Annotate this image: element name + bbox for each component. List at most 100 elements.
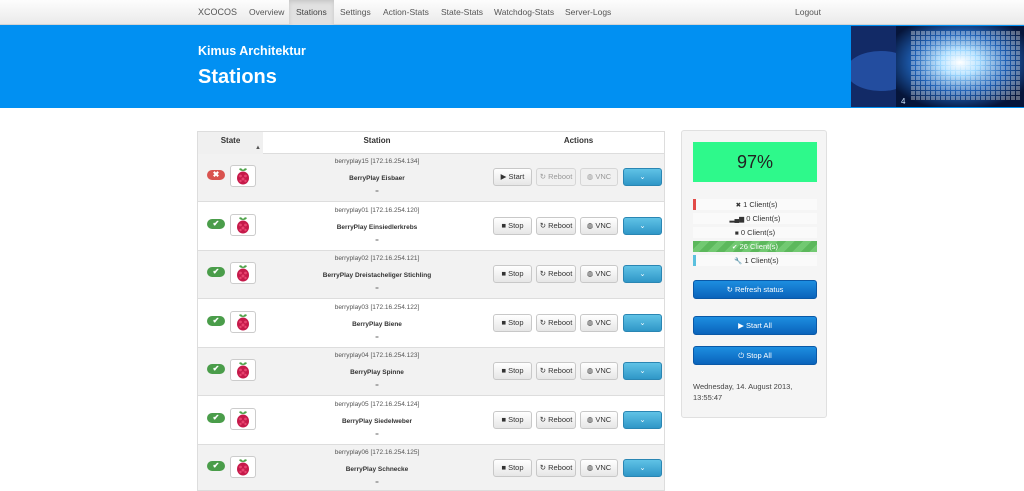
station-name: BerryPlay Eisbaer	[349, 175, 405, 182]
stop-icon: ■	[501, 463, 506, 472]
more-actions-dropdown[interactable]: ⌄	[623, 168, 662, 186]
vnc-button[interactable]: ◍ VNC	[580, 313, 618, 332]
start-stop-button[interactable]: ■ Stop	[493, 265, 532, 283]
nav-action-stats[interactable]: Action-Stats	[383, 0, 429, 25]
raspberry-pi-icon	[230, 165, 256, 187]
client-count: 1 Client(s)	[744, 256, 779, 265]
station-host-ip: berryplay15 [172.16.254.134]	[334, 158, 420, 165]
vnc-button[interactable]: ◍ VNC	[580, 216, 618, 235]
actions-column-header: Actions	[563, 136, 594, 145]
stop-icon: ■	[501, 269, 506, 278]
stations-table: State ▲ Station Actions ✖ berryplay15 [1…	[197, 131, 665, 491]
nav-state-stats[interactable]: State-Stats	[441, 0, 483, 25]
station-drag-handle[interactable]: =	[263, 383, 491, 389]
stop-icon: ■	[734, 230, 739, 237]
button-label: Reboot	[548, 463, 573, 472]
nav-overview[interactable]: Overview	[249, 0, 284, 25]
refresh-icon: ↻	[539, 317, 546, 327]
nav-stations[interactable]: Stations	[289, 0, 334, 25]
chevron-down-icon: ⌄	[639, 366, 646, 375]
wrench-icon: 🔧	[734, 258, 743, 265]
more-actions-dropdown[interactable]: ⌄	[623, 410, 662, 429]
refresh-icon: ↻	[539, 414, 546, 424]
table-row: ✔ berryplay03 [172.16.254.122] BerryPlay…	[198, 299, 664, 348]
client-count: 0 Client(s)	[746, 214, 781, 223]
raspberry-pi-icon	[230, 213, 256, 236]
brand-link[interactable]: XCOCOS	[198, 0, 237, 25]
reboot-button[interactable]: ↻ Reboot	[536, 459, 576, 477]
station-drag-handle[interactable]: =	[263, 335, 491, 341]
refresh-icon: ↻	[539, 220, 546, 230]
station-drag-handle[interactable]: =	[263, 286, 491, 292]
station-drag-handle[interactable]: =	[263, 432, 491, 438]
station-host-ip: berryplay02 [172.16.254.121]	[334, 255, 420, 262]
station-host-ip: berryplay05 [172.16.254.124]	[334, 400, 420, 408]
client-stat-row: ■ 0 Client(s)	[693, 227, 817, 238]
nav-watchdog-stats[interactable]: Watchdog-Stats	[494, 0, 554, 25]
reboot-button[interactable]: ↻ Reboot	[536, 313, 576, 332]
current-time: 13:55:47	[693, 393, 723, 402]
station-drag-handle[interactable]: =	[263, 238, 491, 244]
nav-server-logs[interactable]: Server-Logs	[565, 0, 611, 25]
start-stop-button[interactable]: ■ Stop	[493, 313, 532, 332]
start-stop-button[interactable]: ■ Stop	[493, 216, 532, 235]
power-icon: ⏻	[738, 351, 745, 360]
table-row: ✔ berryplay01 [172.16.254.120] BerryPlay…	[198, 202, 664, 251]
stop-all-button[interactable]: ⏻ Stop All	[693, 346, 817, 365]
more-actions-dropdown[interactable]: ⌄	[623, 265, 662, 283]
refresh-icon: ↻	[539, 172, 546, 181]
start-all-label: Start All	[746, 321, 772, 330]
more-actions-dropdown[interactable]: ⌄	[623, 313, 662, 332]
station-drag-handle[interactable]: =	[263, 480, 491, 486]
more-actions-dropdown[interactable]: ⌄	[623, 216, 662, 235]
button-label: Reboot	[548, 317, 573, 327]
ok-status-icon: ✔	[207, 315, 225, 326]
reboot-button[interactable]: ↻ Reboot	[536, 216, 576, 235]
client-stat-row: ✖ 1 Client(s)	[693, 199, 817, 210]
reboot-button[interactable]: ↻ Reboot	[536, 168, 576, 186]
globe-icon: ◍	[586, 463, 594, 472]
refresh-icon: ↻	[539, 366, 546, 375]
error-status-icon: ✖	[207, 170, 225, 180]
button-label: VNC	[595, 172, 612, 181]
refresh-icon: ↻	[539, 269, 546, 278]
refresh-status-button[interactable]: ↻ Refresh status	[693, 280, 817, 299]
start-all-button[interactable]: ▶ Start All	[693, 316, 817, 335]
station-host-ip: berryplay03 [172.16.254.122]	[334, 303, 420, 311]
station-host-ip: berryplay01 [172.16.254.120]	[334, 206, 420, 214]
start-stop-button[interactable]: ▶ Start	[493, 168, 532, 186]
sort-icon[interactable]: ▲	[255, 145, 261, 151]
top-navbar: XCOCOS Overview Stations Settings Action…	[0, 0, 1024, 25]
button-label: Reboot	[548, 172, 573, 181]
chevron-down-icon: ⌄	[639, 220, 646, 230]
raspberry-pi-icon	[230, 407, 256, 430]
more-actions-dropdown[interactable]: ⌄	[623, 459, 662, 477]
ok-status-icon: ✔	[207, 267, 225, 277]
vnc-button[interactable]: ◍ VNC	[580, 459, 618, 477]
reboot-button[interactable]: ↻ Reboot	[536, 265, 576, 283]
vnc-button[interactable]: ◍ VNC	[580, 410, 618, 429]
button-label: Stop	[508, 220, 524, 230]
raspberry-pi-icon	[230, 310, 256, 333]
vnc-button[interactable]: ◍ VNC	[580, 168, 618, 186]
reboot-button[interactable]: ↻ Reboot	[536, 410, 576, 429]
error-icon: ✖	[735, 202, 742, 209]
signal-icon: ▂▄▆	[729, 216, 745, 223]
state-column-header[interactable]: State	[198, 132, 263, 154]
station-name: BerryPlay Biene	[352, 320, 402, 328]
logout-link[interactable]: Logout	[795, 0, 821, 25]
start-stop-button[interactable]: ■ Stop	[493, 410, 532, 429]
station-host-ip: berryplay04 [172.16.254.123]	[334, 352, 420, 359]
start-stop-button[interactable]: ■ Stop	[493, 362, 532, 380]
uptime-percentage: 97%	[693, 142, 817, 182]
reboot-button[interactable]: ↻ Reboot	[536, 362, 576, 380]
start-stop-button[interactable]: ■ Stop	[493, 459, 532, 477]
current-datetime: Wednesday, 14. August 2013, 13:55:47	[693, 381, 825, 403]
nav-settings[interactable]: Settings	[340, 0, 371, 25]
globe-icon: ◍	[586, 414, 594, 424]
client-count: 26 Client(s)	[739, 242, 778, 251]
station-drag-handle[interactable]: =	[263, 189, 491, 195]
more-actions-dropdown[interactable]: ⌄	[623, 362, 662, 380]
vnc-button[interactable]: ◍ VNC	[580, 265, 618, 283]
vnc-button[interactable]: ◍ VNC	[580, 362, 618, 380]
